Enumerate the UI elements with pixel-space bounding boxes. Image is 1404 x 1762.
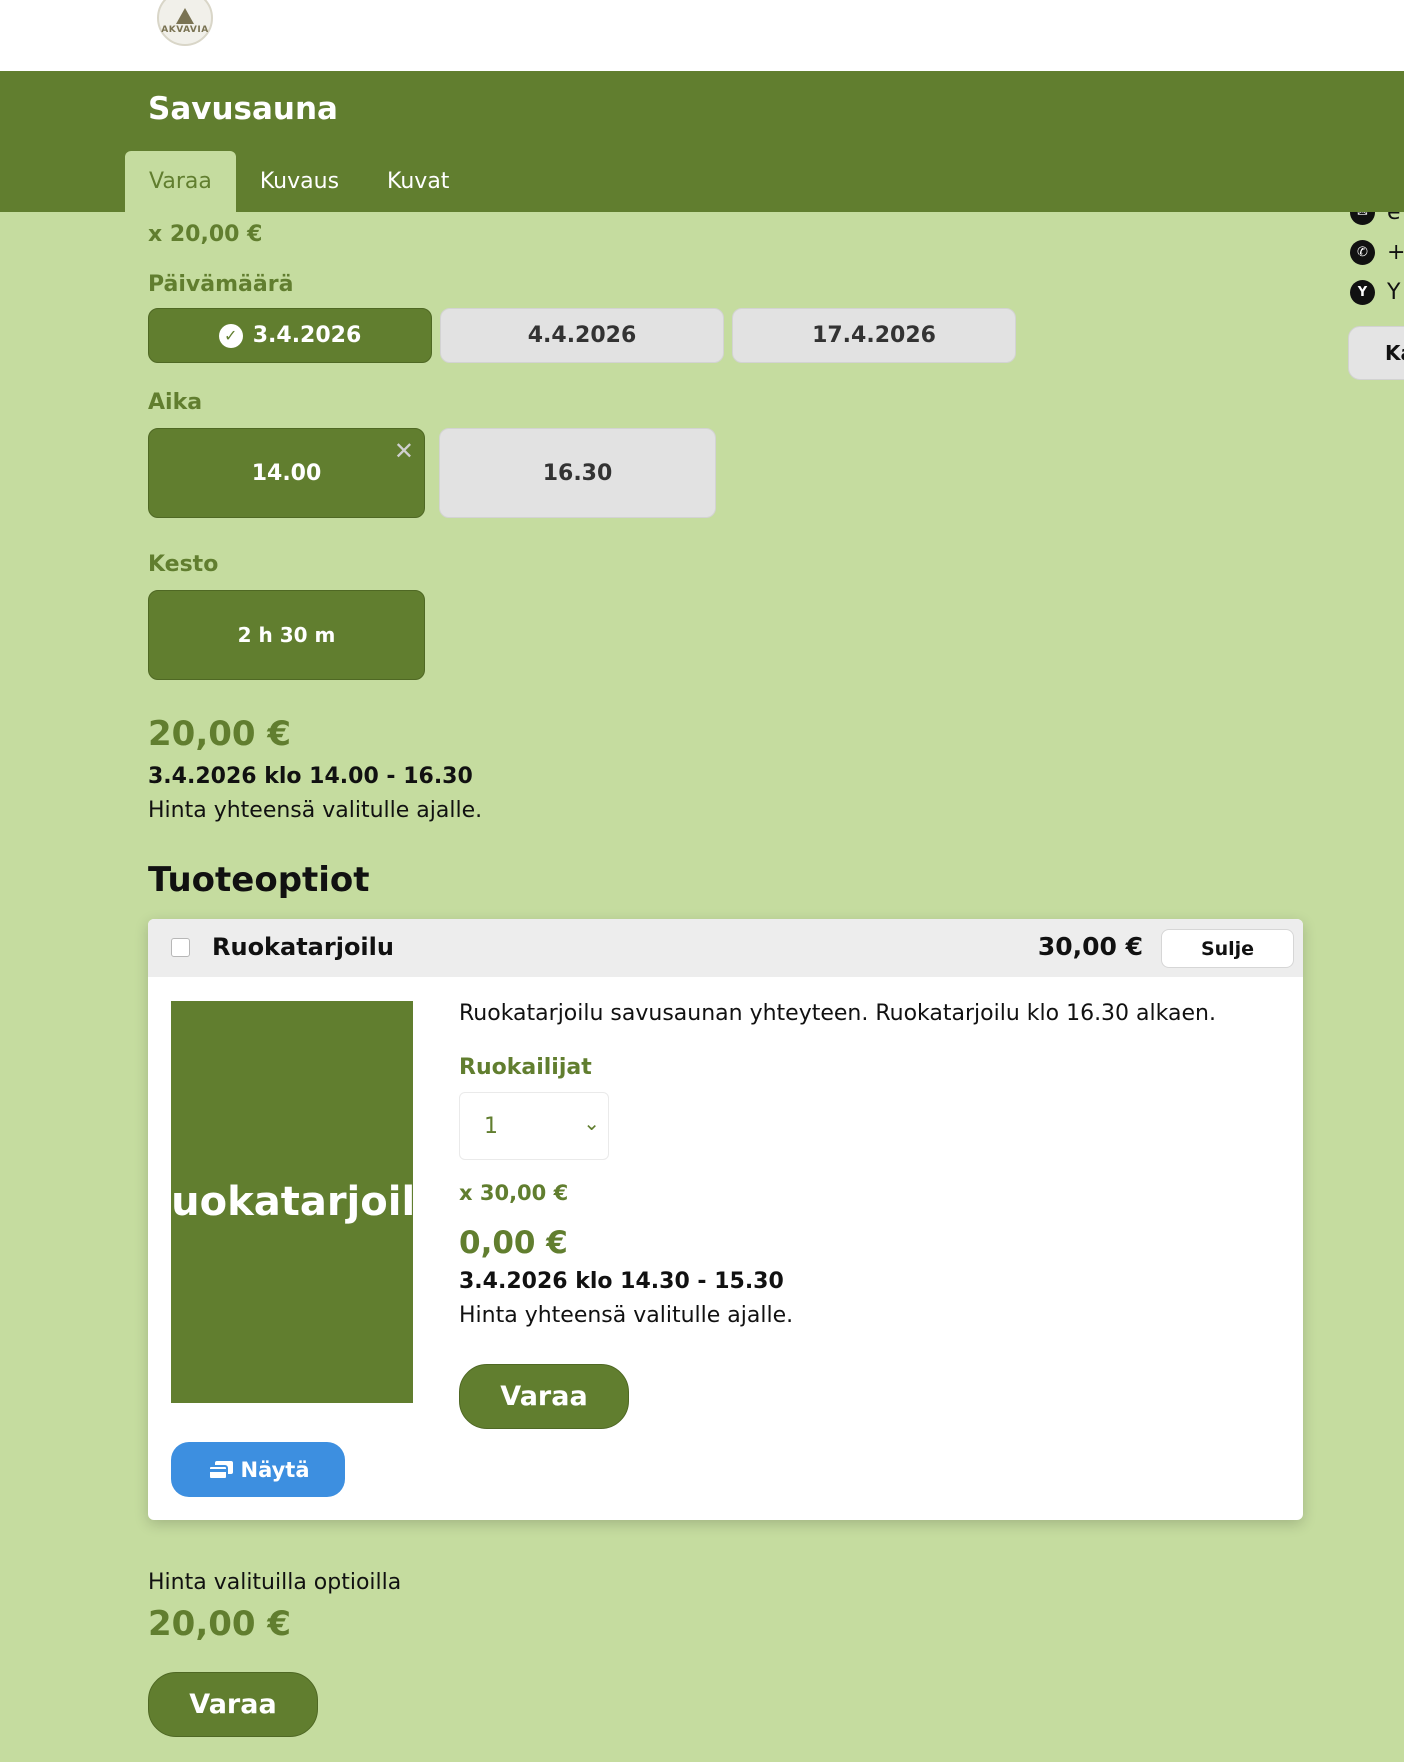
business-id-icon: Y [1350, 280, 1375, 305]
duration-option-selected[interactable]: 2 h 30 m [148, 590, 425, 680]
time-option-label: 14.00 [251, 460, 322, 486]
options-title: Tuoteoptiot [148, 860, 370, 900]
book-button[interactable]: Varaa [148, 1672, 318, 1737]
date-option-label: 3.4.2026 [252, 323, 362, 348]
time-option-selected[interactable]: 14.00 ✕ [148, 428, 425, 518]
sidebar-button[interactable]: Ka [1348, 326, 1404, 380]
time-label: Aika [148, 390, 203, 415]
option-unit-price: x 30,00 € [459, 1181, 569, 1205]
email-icon: ✉ [1350, 212, 1375, 225]
contact-sidebar: ✉ e ✆ + Y Y Ka [1346, 212, 1404, 412]
option-checkbox[interactable] [171, 938, 190, 957]
option-card: Ruokatarjoilu 30,00 € Sulje Ruokatarjoil… [148, 919, 1303, 1520]
duration-label: Kesto [148, 552, 219, 577]
option-price-note: Hinta yhteensä valitulle ajalle. [459, 1303, 794, 1328]
date-option[interactable]: 17.4.2026 [732, 308, 1016, 363]
option-card-header: Ruokatarjoilu 30,00 € Sulje [148, 919, 1303, 977]
show-button[interactable]: Näytä [171, 1442, 345, 1497]
close-button[interactable]: Sulje [1161, 929, 1294, 968]
page-header: Savusauna Varaa Kuvaus Kuvat [0, 71, 1404, 212]
tab-varaa[interactable]: Varaa [125, 151, 236, 212]
option-book-button[interactable]: Varaa [459, 1364, 629, 1429]
option-image: Ruokatarjoilu [171, 1001, 413, 1403]
date-label: Päivämäärä [148, 272, 294, 297]
option-price: 30,00 € [1037, 932, 1143, 961]
option-name: Ruokatarjoilu [212, 933, 394, 961]
logo-mark-icon [176, 7, 194, 24]
booking-total: 20,00 € [148, 714, 292, 754]
date-option[interactable]: 4.4.2026 [440, 308, 724, 363]
booking-price-note: Hinta yhteensä valitulle ajalle. [148, 798, 483, 823]
cards-icon [207, 1460, 233, 1480]
date-option-selected[interactable]: ✓ 3.4.2026 [148, 308, 432, 363]
show-button-label: Näytä [240, 1457, 310, 1482]
logo-text: AKVAVIA [161, 24, 209, 35]
phone-icon: ✆ [1350, 240, 1375, 265]
option-total: 0,00 € [459, 1225, 568, 1261]
option-date-time: 3.4.2026 klo 14.30 - 15.30 [459, 1269, 784, 1294]
akvavia-logo[interactable]: AKVAVIA [157, 0, 213, 46]
contact-phone-text: + [1387, 240, 1404, 265]
diners-select[interactable]: 1 ⌄ [459, 1092, 609, 1160]
top-bar: AKVAVIA [0, 0, 1404, 71]
check-icon: ✓ [218, 323, 243, 348]
contact-phone-row[interactable]: ✆ + [1350, 240, 1404, 265]
time-option[interactable]: 16.30 [439, 428, 716, 518]
tab-kuvaus[interactable]: Kuvaus [236, 151, 363, 212]
contact-email-row[interactable]: ✉ e [1350, 212, 1401, 225]
option-description: Ruokatarjoilu savusaunan yhteyteen. Ruok… [459, 1001, 1216, 1026]
chevron-down-icon: ⌄ [583, 1111, 600, 1135]
clear-icon[interactable]: ✕ [394, 437, 414, 465]
date-options: ✓ 3.4.2026 4.4.2026 17.4.2026 [148, 308, 1024, 363]
option-image-text: Ruokatarjoilu [171, 1179, 413, 1225]
summary-label: Hinta valituilla optioilla [148, 1570, 402, 1595]
contact-y-row[interactable]: Y Y [1350, 280, 1400, 305]
page-title: Savusauna [148, 91, 338, 127]
tab-bar: Varaa Kuvaus Kuvat [125, 151, 473, 212]
tab-kuvat[interactable]: Kuvat [363, 151, 473, 212]
time-options: 14.00 ✕ 16.30 [148, 428, 730, 518]
contact-y-text: Y [1387, 280, 1401, 305]
summary-total: 20,00 € [148, 1604, 292, 1644]
diners-label: Ruokailijat [459, 1055, 592, 1080]
booking-date-time: 3.4.2026 klo 14.00 - 16.30 [148, 764, 473, 789]
diners-select-value: 1 [484, 1113, 498, 1139]
contact-email-text: e [1387, 212, 1401, 225]
unit-price: x 20,00 € [148, 222, 263, 247]
